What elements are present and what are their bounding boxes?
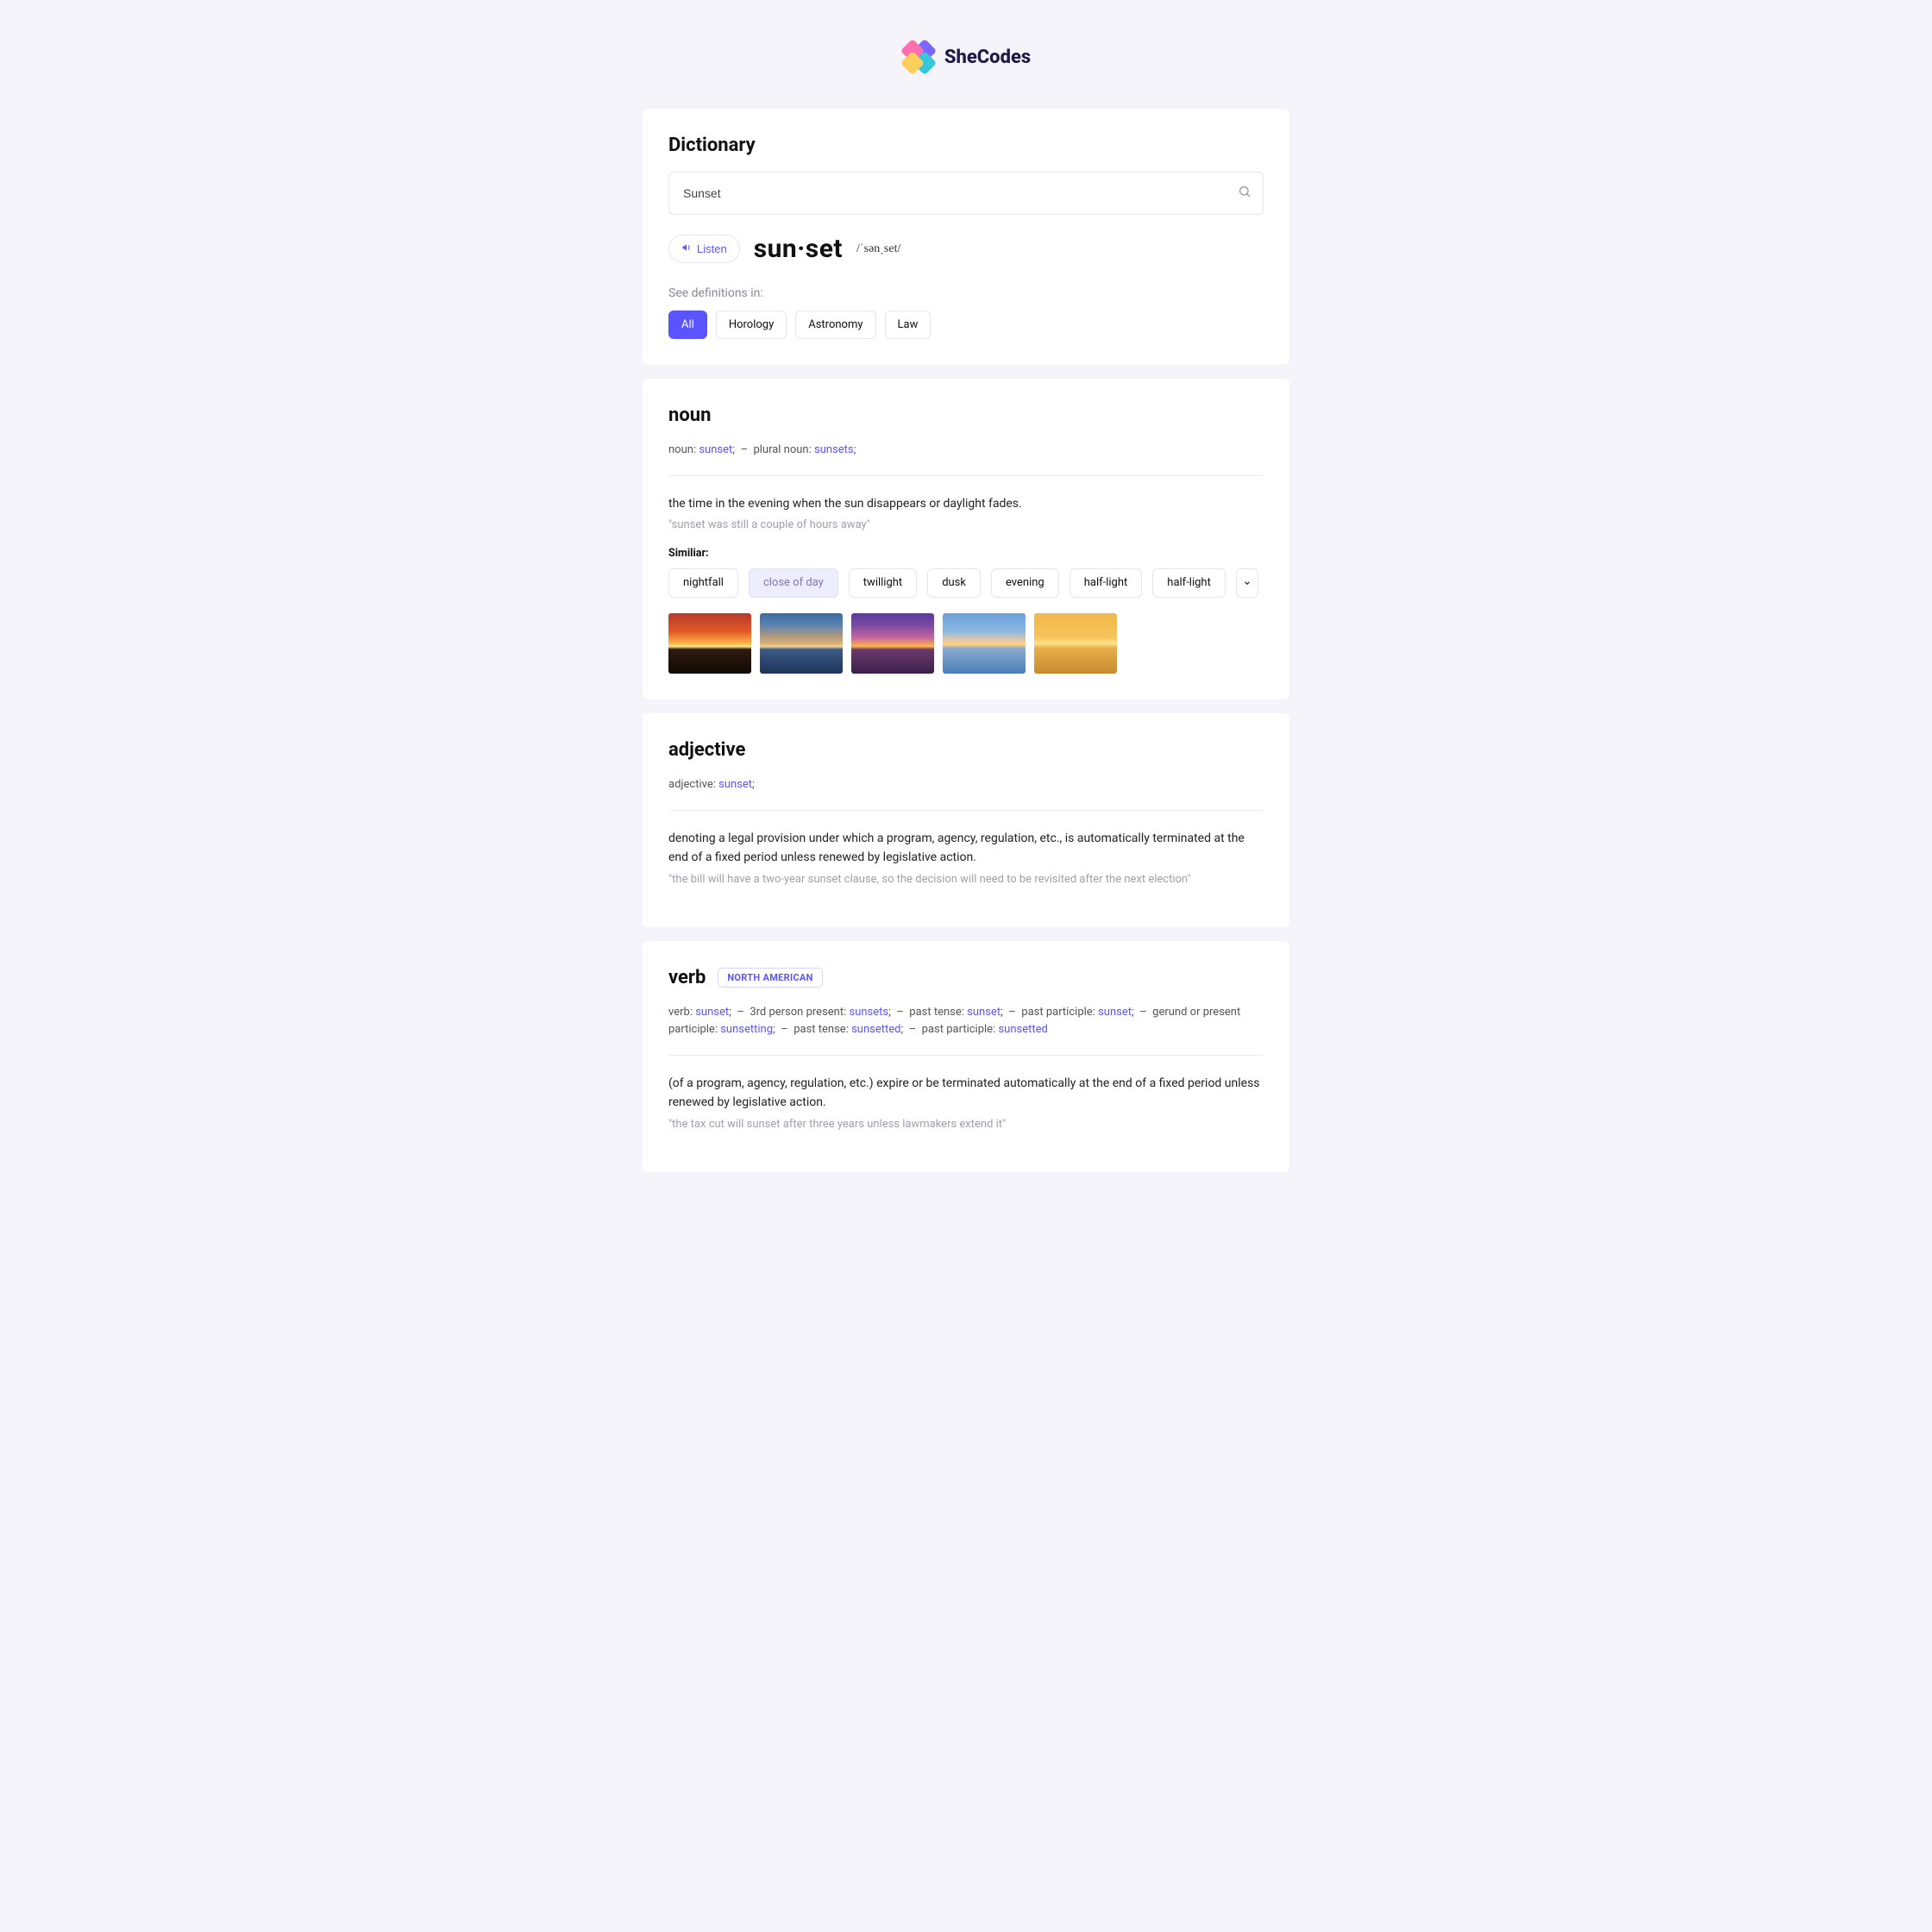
filter-chip-all[interactable]: All [668, 310, 707, 339]
verb-example: "the tax cut will sunset after three yea… [668, 1118, 1264, 1131]
similar-chip[interactable]: twillight [849, 568, 917, 598]
verb-heading: verb [668, 967, 706, 988]
listen-button[interactable]: Listen [668, 235, 740, 263]
listen-label: Listen [697, 242, 727, 255]
similar-expand-button[interactable] [1236, 568, 1258, 598]
image-thumbnail[interactable] [943, 613, 1026, 674]
search-icon[interactable] [1238, 185, 1251, 202]
adjective-heading: adjective [668, 739, 1264, 761]
similar-chip[interactable]: close of day [749, 568, 838, 598]
adjective-definition: denoting a legal provision under which a… [668, 830, 1264, 867]
region-tag: NORTH AMERICAN [718, 968, 822, 988]
verb-card: verb NORTH AMERICAN verb: sunset; – 3rd … [643, 941, 1289, 1172]
filter-chip-astronomy[interactable]: Astronomy [795, 310, 875, 339]
similar-chip[interactable]: half-light [1070, 568, 1143, 598]
noun-example: "sunset was still a couple of hours away… [668, 518, 1264, 531]
brand-name: SheCodes [944, 47, 1031, 68]
shecodes-logo-icon [894, 33, 944, 82]
image-thumbnail[interactable] [851, 613, 934, 674]
see-definitions-label: See definitions in: [668, 286, 1264, 300]
filter-chip-law[interactable]: Law [885, 310, 932, 339]
noun-forms: noun: sunset; – plural noun: sunsets; [668, 442, 1264, 476]
noun-definition: the time in the evening when the sun dis… [668, 495, 1264, 514]
adjective-card: adjective adjective: sunset; denoting a … [643, 713, 1289, 926]
search-input[interactable] [668, 172, 1264, 215]
page-title: Dictionary [668, 135, 1264, 156]
similar-chip[interactable]: half-light [1152, 568, 1226, 598]
audio-icon [681, 242, 692, 255]
chevron-down-icon [1243, 579, 1251, 587]
verb-forms: verb: sunset; – 3rd person present: suns… [668, 1004, 1264, 1057]
similar-chip[interactable]: nightfall [668, 568, 738, 598]
brand-header: SheCodes [643, 0, 1289, 109]
image-results-row [668, 613, 1264, 674]
filter-chip-horology[interactable]: Horology [716, 310, 787, 339]
image-thumbnail[interactable] [668, 613, 751, 674]
similar-chip[interactable]: dusk [927, 568, 981, 598]
image-thumbnail[interactable] [760, 613, 843, 674]
image-thumbnail[interactable] [1034, 613, 1117, 674]
dictionary-header-card: Dictionary Listen sun·set /ˈsənˌset/ [643, 109, 1289, 365]
similar-chip[interactable]: evening [991, 568, 1059, 598]
phonetic: /ˈsənˌset/ [856, 242, 900, 256]
adjective-example: "the bill will have a two-year sunset cl… [668, 873, 1264, 886]
headword: sun·set [754, 234, 843, 264]
adjective-forms: adjective: sunset; [668, 776, 1264, 811]
noun-card: noun noun: sunset; – plural noun: sunset… [643, 379, 1289, 699]
noun-heading: noun [668, 405, 1264, 426]
similar-label: Similiar: [668, 547, 1264, 560]
verb-definition: (of a program, agency, regulation, etc.)… [668, 1075, 1264, 1112]
